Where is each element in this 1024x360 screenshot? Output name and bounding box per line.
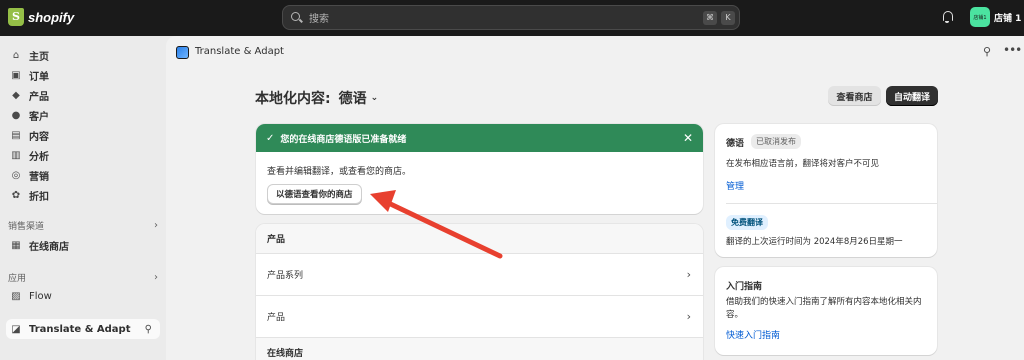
guide-title: 入门指南	[726, 282, 763, 292]
free-translation-badge: 免费翻译	[726, 215, 768, 230]
success-banner: ✓ 您的在线商店德语版已准备就绪 ✕	[256, 124, 703, 152]
status-badge: 已取消发布	[751, 134, 801, 149]
sidebar-item-home[interactable]: ⌂ 主页	[6, 45, 160, 65]
page-title: 本地化内容: 德语 ⌄	[255, 88, 378, 108]
auto-translate-button[interactable]: 自动翻译	[886, 86, 938, 106]
list-item-products[interactable]: 产品 ›	[256, 296, 703, 338]
store-name: 店铺 1	[994, 13, 1022, 24]
status-language: 德语	[726, 139, 745, 149]
sidebar-item-label: 客户	[29, 111, 49, 123]
image-icon: ▤	[11, 129, 21, 141]
divider	[726, 203, 937, 204]
pin-icon[interactable]: ⚲	[983, 45, 991, 58]
check-icon: ✓	[266, 132, 275, 144]
shortcut-key-cmd: ⌘	[703, 10, 717, 25]
target-icon: ◎	[11, 169, 21, 181]
sidebar-item-label: 营销	[29, 171, 49, 183]
language-status-card: 德语 已取消发布 在发布相应语言前，翻译将对客户不可见 管理 免费翻译 翻译的上…	[715, 124, 937, 257]
apps-header[interactable]: 应用 ›	[8, 269, 158, 285]
list-item-label: 产品	[267, 313, 286, 323]
close-icon[interactable]: ✕	[683, 131, 693, 145]
sidebar-item-label: 产品	[29, 91, 49, 103]
search-input[interactable]: 搜索 ⌘ K	[282, 5, 740, 30]
sidebar-item-products[interactable]: ◆ 产品	[6, 85, 160, 105]
inbox-icon: ▣	[11, 69, 21, 81]
flow-icon: ▨	[11, 290, 21, 302]
chevron-right-icon: ›	[154, 271, 158, 283]
quick-start-guide-link[interactable]: 快速入门指南	[726, 328, 780, 341]
apps-label: 应用	[8, 273, 27, 284]
sidebar-item-label: Translate & Adapt	[29, 323, 131, 335]
sidebar-item-label: 折扣	[29, 191, 49, 203]
sidebar-item-marketing[interactable]: ◎ 营销	[6, 165, 160, 185]
sidebar-item-discounts[interactable]: ✿ 折扣	[6, 185, 160, 205]
pin-icon[interactable]: ⚲	[145, 324, 152, 335]
discount-icon: ✿	[11, 189, 21, 201]
banner-body: 查看并编辑翻译，或查看您的商店。	[267, 167, 412, 177]
sidebar-item-label: 订单	[29, 71, 49, 83]
search-icon	[291, 11, 303, 24]
app-title: Translate & Adapt	[195, 46, 284, 57]
sidebar-item-label: 主页	[29, 51, 49, 63]
list-item-label: 产品系列	[267, 271, 304, 281]
bell-icon[interactable]	[942, 11, 954, 24]
translate-app-icon	[176, 46, 189, 59]
banner-message: 您的在线商店德语版已准备就绪	[280, 134, 407, 145]
main-content: Translate & Adapt ⚲ ••• 本地化内容: 德语 ⌄ 查看商店…	[166, 36, 1024, 360]
language-selector[interactable]: 德语	[339, 88, 367, 108]
store-icon: ▦	[11, 239, 21, 251]
manage-link[interactable]: 管理	[726, 179, 744, 192]
app-header: Translate & Adapt ⚲ •••	[166, 36, 1024, 68]
sales-channels-header[interactable]: 销售渠道 ›	[8, 217, 158, 233]
getting-started-card: 入门指南 借助我们的快速入门指南了解所有内容本地化相关内容。 快速入门指南	[715, 267, 937, 355]
more-icon[interactable]: •••	[1003, 43, 1022, 57]
shortcut-key-k: K	[721, 10, 735, 25]
status-description: 在发布相应语言前，翻译将对客户不可见	[726, 159, 880, 169]
search-placeholder: 搜索	[309, 14, 329, 25]
logo-text: shopify	[28, 9, 75, 25]
list-header-online-store: 在线商店	[256, 338, 703, 360]
avatar: 店铺1	[970, 7, 990, 27]
sidebar-item-customers[interactable]: ● 客户	[6, 105, 160, 125]
sidebar-item-label: 分析	[29, 151, 49, 163]
bar-chart-icon: ▥	[11, 149, 21, 161]
annotation-arrow	[370, 190, 503, 259]
shopify-logo[interactable]: shopify	[8, 8, 74, 26]
sidebar-item-content[interactable]: ▤ 内容	[6, 125, 160, 145]
home-icon: ⌂	[12, 49, 20, 61]
sidebar-item-analytics[interactable]: ▥ 分析	[6, 145, 160, 165]
store-menu[interactable]: 店铺1 店铺 1	[970, 7, 1021, 27]
chevron-down-icon[interactable]: ⌄	[371, 93, 379, 103]
sidebar: ⌂ 主页 ▣ 订单 ◆ 产品 ● 客户 ▤ 内容 ▥ 分析 ◎ 营销 ✿ 折扣 …	[0, 36, 166, 360]
page-title-text: 本地化内容:	[255, 91, 331, 107]
sidebar-item-label: 内容	[29, 131, 49, 143]
tag-icon: ◆	[12, 89, 20, 101]
sidebar-item-label: Flow	[29, 290, 52, 302]
translate-app-icon: ◪	[11, 323, 21, 335]
sidebar-item-orders[interactable]: ▣ 订单	[6, 65, 160, 85]
sales-channels-label: 销售渠道	[8, 221, 45, 232]
last-run-text: 翻译的上次运行时间为 2024年8月26日星期一	[726, 237, 903, 247]
chevron-right-icon: ›	[686, 268, 691, 281]
shopify-bag-icon	[8, 8, 24, 26]
sidebar-item-flow[interactable]: ▨ Flow	[6, 286, 160, 306]
sidebar-item-translate-adapt[interactable]: ◪ Translate & Adapt ⚲	[6, 319, 160, 339]
chevron-right-icon: ›	[154, 219, 158, 231]
view-store-in-german-button[interactable]: 以德语查看你的商店	[267, 184, 362, 204]
chevron-right-icon: ›	[686, 310, 691, 323]
guide-body: 借助我们的快速入门指南了解所有内容本地化相关内容。	[726, 297, 922, 320]
sidebar-item-online-store[interactable]: ▦ 在线商店	[6, 235, 160, 255]
sidebar-item-label: 在线商店	[29, 241, 69, 253]
top-bar: shopify 搜索 ⌘ K 店铺1 店铺 1	[0, 0, 1024, 36]
view-store-button[interactable]: 查看商店	[828, 86, 881, 106]
person-icon: ●	[11, 109, 21, 121]
